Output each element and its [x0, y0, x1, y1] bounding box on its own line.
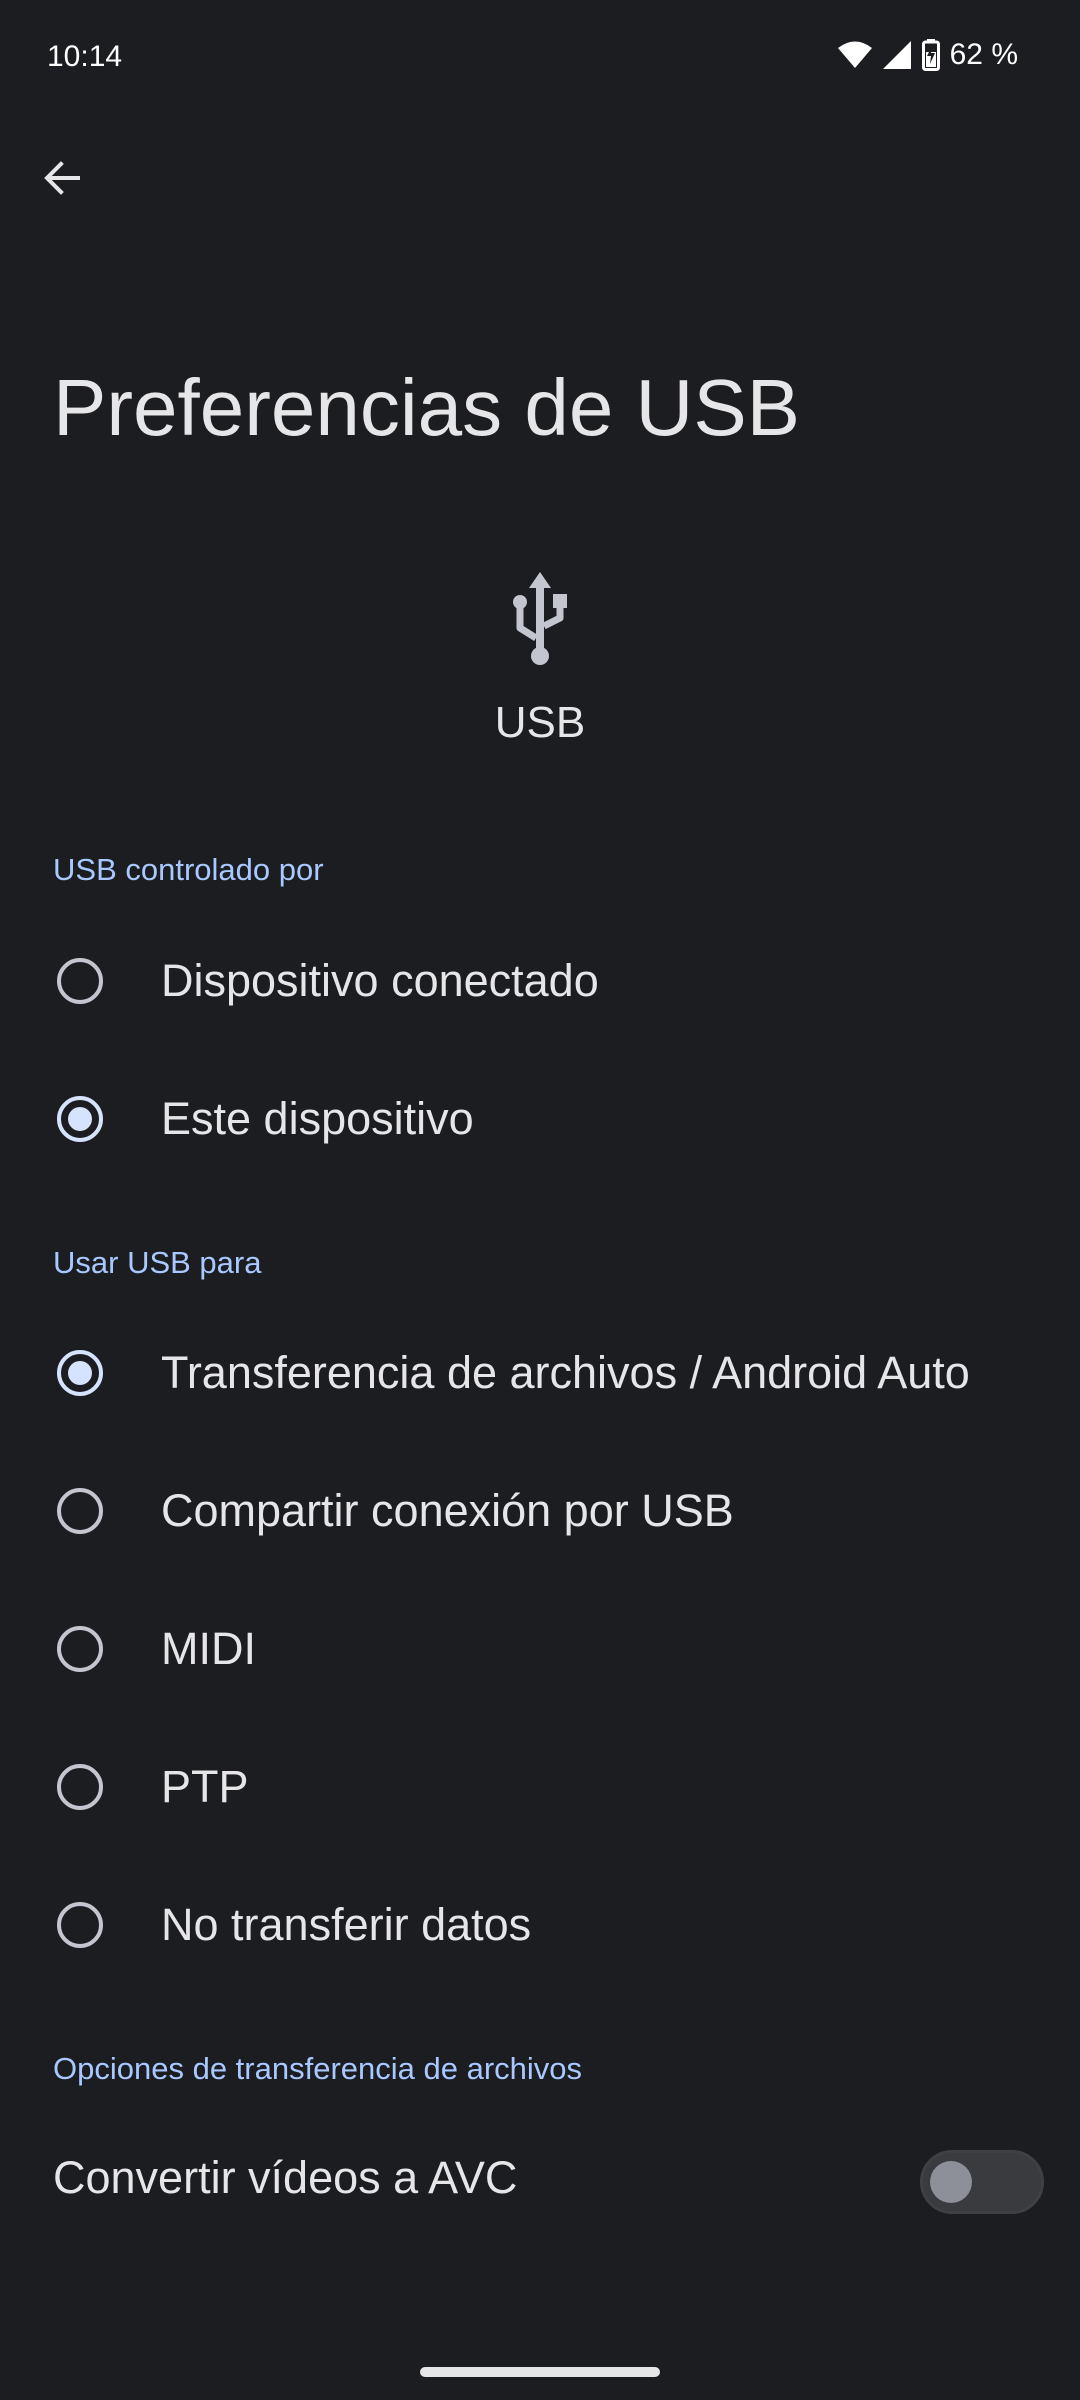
switch-knob: [930, 2161, 972, 2203]
radio-button[interactable]: [57, 958, 103, 1004]
radio-button[interactable]: [57, 1488, 103, 1534]
toggle-label: Convertir vídeos a AVC: [53, 2152, 518, 2203]
radio-button[interactable]: [57, 1902, 103, 1948]
convert-avc-switch[interactable]: [920, 2150, 1044, 2214]
radio-option-ptp[interactable]: PTP: [0, 1722, 1080, 1852]
status-bar: 10:14 62 %: [0, 0, 1080, 120]
toggle-row-convert-avc[interactable]: Convertir vídeos a AVC: [0, 2120, 1080, 2240]
radio-label: Este dispositivo: [161, 1093, 474, 1144]
page-title: Preferencias de USB: [53, 363, 801, 452]
battery-percent: 62 %: [949, 38, 1018, 71]
battery-charging-icon: [921, 39, 940, 71]
radio-label: Dispositivo conectado: [161, 955, 599, 1006]
radio-option-no-data[interactable]: No transferir datos: [0, 1860, 1080, 1990]
radio-button-selected[interactable]: [57, 1350, 103, 1396]
radio-button-selected[interactable]: [57, 1096, 103, 1142]
radio-option-file-transfer[interactable]: Transferencia de archivos / Android Auto: [0, 1308, 1080, 1438]
back-button[interactable]: [30, 148, 94, 212]
radio-button[interactable]: [57, 1764, 103, 1810]
radio-option-this-device[interactable]: Este dispositivo: [0, 1054, 1080, 1184]
signal-icon: [882, 40, 912, 70]
section-header-controlled-by: USB controlado por: [53, 852, 324, 887]
usb-icon: [500, 570, 580, 670]
radio-option-midi[interactable]: MIDI: [0, 1584, 1080, 1714]
radio-option-connected-device[interactable]: Dispositivo conectado: [0, 916, 1080, 1046]
hero-label: USB: [494, 698, 586, 747]
radio-label: Compartir conexión por USB: [161, 1485, 734, 1536]
arrow-back-icon: [42, 158, 82, 203]
radio-label: MIDI: [161, 1623, 256, 1674]
radio-option-usb-tethering[interactable]: Compartir conexión por USB: [0, 1446, 1080, 1576]
radio-label: Transferencia de archivos / Android Auto: [161, 1347, 970, 1398]
radio-label: PTP: [161, 1761, 249, 1812]
gesture-nav-handle[interactable]: [420, 2367, 660, 2377]
status-icons: 62 %: [837, 38, 1018, 72]
section-header-file-transfer-options: Opciones de transferencia de archivos: [53, 2051, 583, 2086]
status-time: 10:14: [47, 40, 123, 73]
radio-button[interactable]: [57, 1626, 103, 1672]
wifi-icon: [837, 41, 872, 69]
section-header-use-for: Usar USB para: [53, 1245, 262, 1280]
radio-label: No transferir datos: [161, 1899, 532, 1950]
